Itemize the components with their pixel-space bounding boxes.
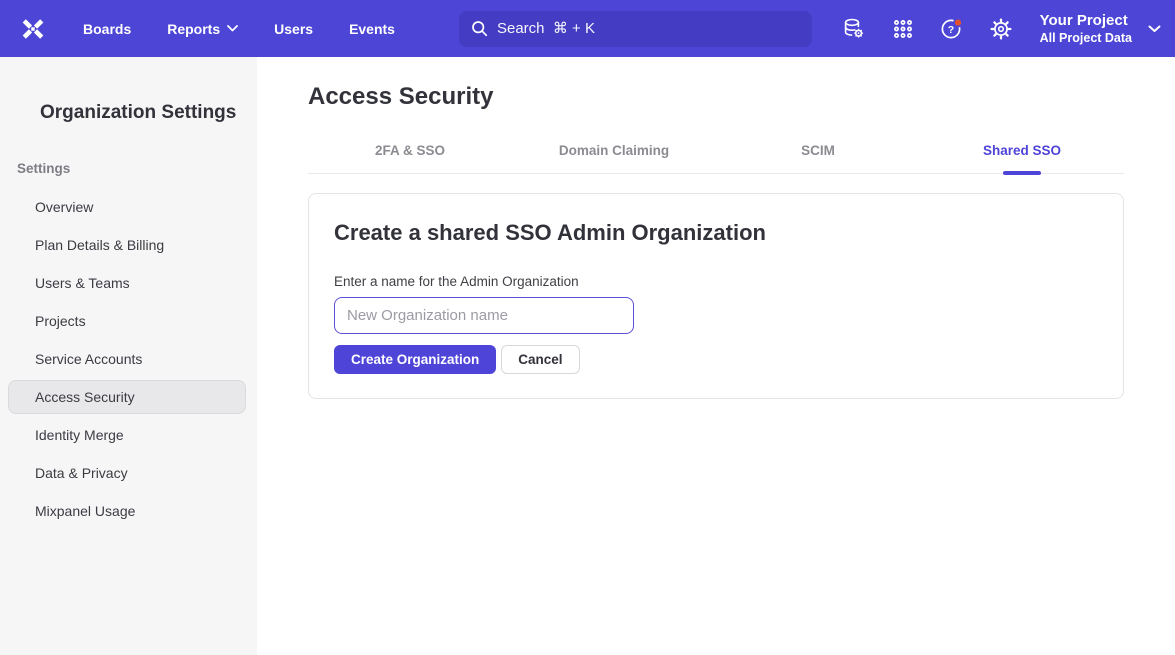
sidebar-item-identity-merge[interactable]: Identity Merge <box>8 418 246 452</box>
create-admin-org-card: Create a shared SSO Admin Organization E… <box>308 193 1124 399</box>
sidebar-menu: Overview Plan Details & Billing Users & … <box>0 190 257 528</box>
sidebar-item-mixpanel-usage[interactable]: Mixpanel Usage <box>8 494 246 528</box>
sidebar-item-plan-details-billing[interactable]: Plan Details & Billing <box>8 228 246 262</box>
project-selector[interactable]: Your Project All Project Data <box>1040 11 1161 46</box>
sidebar-item-projects[interactable]: Projects <box>8 304 246 338</box>
help-icon: ? <box>939 16 965 42</box>
chevron-down-icon <box>227 25 238 32</box>
nav-reports[interactable]: Reports <box>167 21 238 37</box>
chevron-down-icon <box>1148 25 1161 33</box>
settings-gear-button[interactable] <box>988 16 1014 42</box>
project-data-view: All Project Data <box>1040 30 1132 46</box>
top-navigation: Boards Reports Users Events <box>83 21 395 37</box>
nav-events[interactable]: Events <box>349 21 395 37</box>
sidebar: Organization Settings Settings Overview … <box>0 57 257 655</box>
sidebar-item-service-accounts[interactable]: Service Accounts <box>8 342 246 376</box>
page-title: Access Security <box>308 83 1124 111</box>
tab-shared-sso[interactable]: Shared SSO <box>920 143 1124 173</box>
main-content: Access Security 2FA & SSO Domain Claimin… <box>257 57 1175 655</box>
sidebar-title: Organization Settings <box>40 101 257 124</box>
apps-grid-icon <box>892 18 914 40</box>
tab-bar: 2FA & SSO Domain Claiming SCIM Shared SS… <box>308 143 1124 174</box>
help-button[interactable]: ? <box>939 16 965 42</box>
search-bar[interactable] <box>459 11 812 47</box>
apps-grid-button[interactable] <box>890 16 916 42</box>
sidebar-item-data-privacy[interactable]: Data & Privacy <box>8 456 246 490</box>
nav-users[interactable]: Users <box>274 21 313 37</box>
cancel-button[interactable]: Cancel <box>501 345 579 374</box>
card-actions: Create Organization Cancel <box>334 345 1098 374</box>
create-organization-button[interactable]: Create Organization <box>334 345 496 374</box>
search-icon <box>471 20 488 37</box>
tab-scim[interactable]: SCIM <box>716 143 920 173</box>
sidebar-section-label: Settings <box>17 161 257 176</box>
nav-boards[interactable]: Boards <box>83 21 131 37</box>
tab-2fa-sso[interactable]: 2FA & SSO <box>308 143 512 173</box>
data-management-button[interactable] <box>841 16 867 42</box>
sidebar-item-users-teams[interactable]: Users & Teams <box>8 266 246 300</box>
sidebar-item-access-security[interactable]: Access Security <box>8 380 246 414</box>
topbar: Boards Reports Users Events <box>0 0 1175 57</box>
search-input[interactable] <box>497 20 800 37</box>
mixpanel-logo-icon[interactable] <box>17 13 49 45</box>
svg-text:?: ? <box>947 24 953 36</box>
topbar-icon-group: ? <box>841 16 1014 42</box>
project-name: Your Project <box>1040 11 1132 30</box>
data-management-icon <box>841 16 866 41</box>
card-title: Create a shared SSO Admin Organization <box>334 220 1098 246</box>
sidebar-item-overview[interactable]: Overview <box>8 190 246 224</box>
org-name-field-label: Enter a name for the Admin Organization <box>334 274 1098 290</box>
tab-domain-claiming[interactable]: Domain Claiming <box>512 143 716 173</box>
gear-icon <box>989 17 1013 41</box>
org-name-input[interactable] <box>334 297 634 334</box>
